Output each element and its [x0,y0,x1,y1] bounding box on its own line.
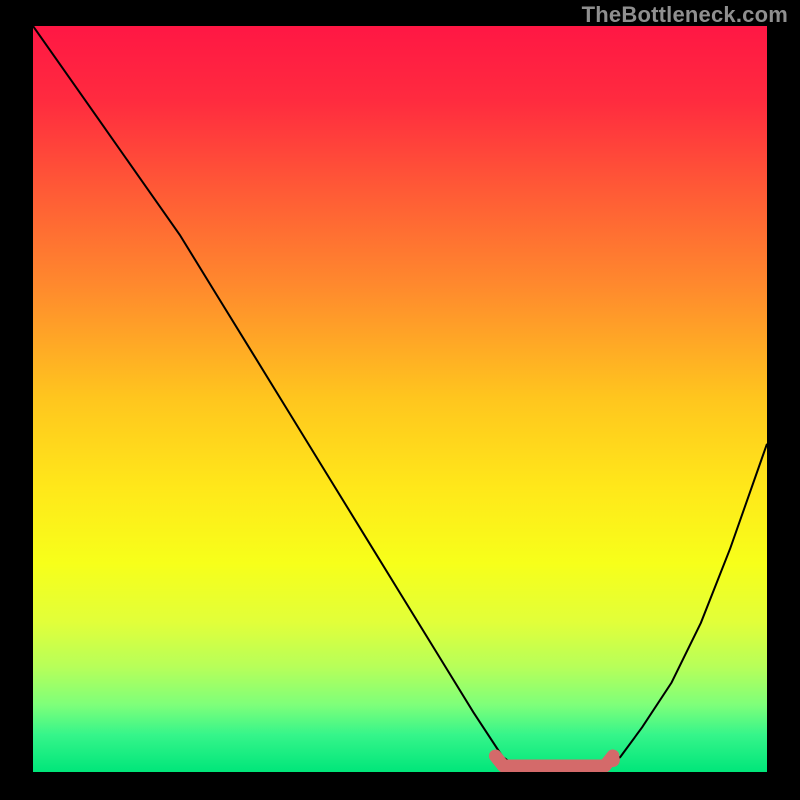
bottleneck-chart [0,0,800,800]
watermark-label: TheBottleneck.com [582,2,788,28]
chart-stage: TheBottleneck.com [0,0,800,800]
optimal-point-dot [606,753,620,767]
plot-background-gradient [33,26,767,772]
